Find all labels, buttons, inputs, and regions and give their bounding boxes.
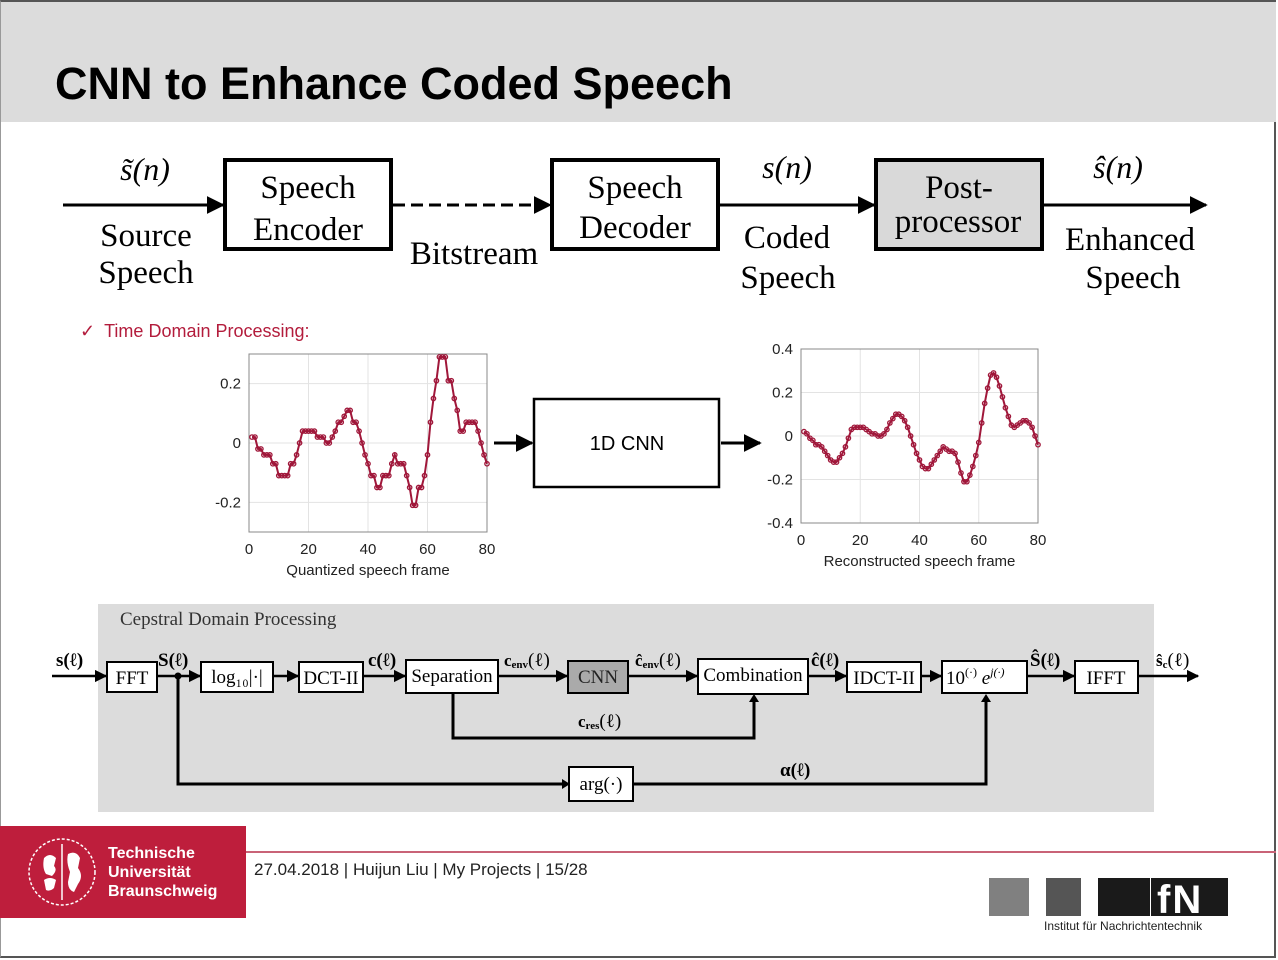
x-axis-label: Reconstructed speech frame xyxy=(824,553,1016,570)
y-tick-label: -0.4 xyxy=(767,515,793,532)
alpha-label: α(ℓ) xyxy=(780,760,810,781)
svg-text:arg(·): arg(·) xyxy=(580,774,623,795)
source-label-line2: Speech xyxy=(98,255,194,291)
y-tick-label: 0 xyxy=(785,428,793,445)
svg-text:DCT-II: DCT-II xyxy=(303,668,358,689)
y-tick-label: -0.2 xyxy=(215,494,241,511)
ifn-logo: fN xyxy=(989,878,1228,920)
speech-encoder-block: Speech Encoder xyxy=(223,158,393,251)
cepstral-panel-title: Cepstral Domain Processing xyxy=(120,609,337,630)
x-axis-label: Quantized speech frame xyxy=(286,562,449,579)
svg-text:log₁₀|·|: log₁₀|·| xyxy=(211,667,262,688)
university-name: Technische Universität Braunschweig xyxy=(108,845,218,900)
x-tick-label: 80 xyxy=(1030,532,1047,549)
coded-signal-label: s(n) xyxy=(762,149,812,185)
footer-info: 27.04.2018 | Huijun Liu | My Projects | … xyxy=(254,860,588,879)
y-tick-label: 0 xyxy=(233,435,241,452)
postprocessor-block: Post- processor xyxy=(874,158,1044,251)
x-tick-label: 60 xyxy=(419,541,436,558)
source-label-line1: Source xyxy=(100,218,192,254)
codec-block-diagram: s̃(n) Source Speech Speech Encoder Bitst… xyxy=(63,149,1208,296)
time-domain-heading: ✓ Time Domain Processing: xyxy=(80,321,310,342)
time-domain-heading-text: Time Domain Processing: xyxy=(104,321,310,341)
y-tick-label: 0.2 xyxy=(772,385,793,402)
x-tick-label: 20 xyxy=(852,532,869,549)
y-tick-label: -0.2 xyxy=(767,472,793,489)
separation-block: Separation xyxy=(405,659,499,694)
x-tick-label: 60 xyxy=(970,532,987,549)
arg-block: arg(·) xyxy=(568,766,634,802)
svg-text:Speech: Speech xyxy=(587,170,683,206)
enhanced-signal-label: ŝ(n) xyxy=(1093,149,1143,185)
x-tick-label: 40 xyxy=(911,532,928,549)
cnn-block: CNN xyxy=(567,660,629,694)
reconstructed-frame-chart: 0 20 40 60 80 -0.4 -0.2 0 0.2 0.4 Reconstructed sp… xyxy=(767,341,1047,570)
svg-text:IDCT-II: IDCT-II xyxy=(853,668,915,689)
x-tick-label: 40 xyxy=(360,541,377,558)
idct-block: IDCT-II xyxy=(846,661,922,693)
svg-text:IFFT: IFFT xyxy=(1086,668,1125,689)
exponential-block: 10(·) ej(·) xyxy=(941,660,1028,694)
bitstream-label: Bitstream xyxy=(410,236,539,272)
university-seal-icon xyxy=(28,838,96,906)
cnn-1d-label: 1D CNN xyxy=(590,433,664,455)
input-signal-label: s(ℓ) xyxy=(56,650,83,671)
x-tick-label: 0 xyxy=(797,532,805,549)
s-hat-label: Ŝ(ℓ) xyxy=(1030,649,1060,671)
y-tick-label: 0.2 xyxy=(220,376,241,393)
ifn-mark: fN xyxy=(1157,878,1203,920)
enhanced-label-line2: Speech xyxy=(1085,260,1181,296)
c-res-label: cres(ℓ) xyxy=(578,711,621,732)
combination-block: Combination xyxy=(697,658,809,695)
quantized-frame-chart: 0 20 40 60 80 -0.2 0 0.2 Quantized speech frame xyxy=(215,353,496,579)
institute-name: Institut für Nachrichtentechnik xyxy=(1044,919,1203,933)
enhanced-label-line1: Enhanced xyxy=(1065,222,1196,258)
svg-text:Separation: Separation xyxy=(411,666,493,687)
ifft-block: IFFT xyxy=(1074,660,1139,694)
fft-block: FFT xyxy=(106,661,158,693)
source-signal-label: s̃(n) xyxy=(120,151,170,187)
c-hat-label: ĉ(ℓ) xyxy=(811,650,839,671)
log-magnitude-block: log₁₀|·| xyxy=(200,661,274,693)
dct-block: DCT-II xyxy=(298,661,364,693)
svg-text:FFT: FFT xyxy=(116,668,149,689)
svg-text:Speech: Speech xyxy=(260,170,356,206)
y-tick-label: 0.4 xyxy=(772,341,793,358)
svg-text:Decoder: Decoder xyxy=(579,210,691,246)
svg-text:Encoder: Encoder xyxy=(253,212,363,248)
svg-text:Post-: Post- xyxy=(925,170,993,206)
checkmark-icon: ✓ xyxy=(80,321,96,341)
svg-text:CNN: CNN xyxy=(578,667,618,688)
cepstral-domain-diagram: Cepstral Domain Processing s(ℓ) FFT S(ℓ)… xyxy=(52,604,1200,812)
svg-text:processor: processor xyxy=(895,204,1021,240)
coded-label-line1: Coded xyxy=(744,220,831,256)
slide-title: CNN to Enhance Coded Speech xyxy=(55,58,733,109)
spectrum-label: S(ℓ) xyxy=(158,650,188,671)
x-tick-label: 0 xyxy=(245,541,253,558)
tu-braunschweig-logo: Technische Universität Braunschweig xyxy=(0,826,246,918)
coded-label-line2: Speech xyxy=(740,260,836,296)
svg-text:Combination: Combination xyxy=(703,665,803,686)
cnn-1d-block-diagram: 1D CNN xyxy=(494,397,762,489)
x-tick-label: 20 xyxy=(300,541,317,558)
cepstrum-label: c(ℓ) xyxy=(368,650,396,671)
output-signal-label: ŝc(ℓ) xyxy=(1156,650,1189,671)
footer-divider xyxy=(246,851,1276,853)
x-tick-label: 80 xyxy=(479,541,496,558)
speech-decoder-block: Speech Decoder xyxy=(550,158,720,251)
